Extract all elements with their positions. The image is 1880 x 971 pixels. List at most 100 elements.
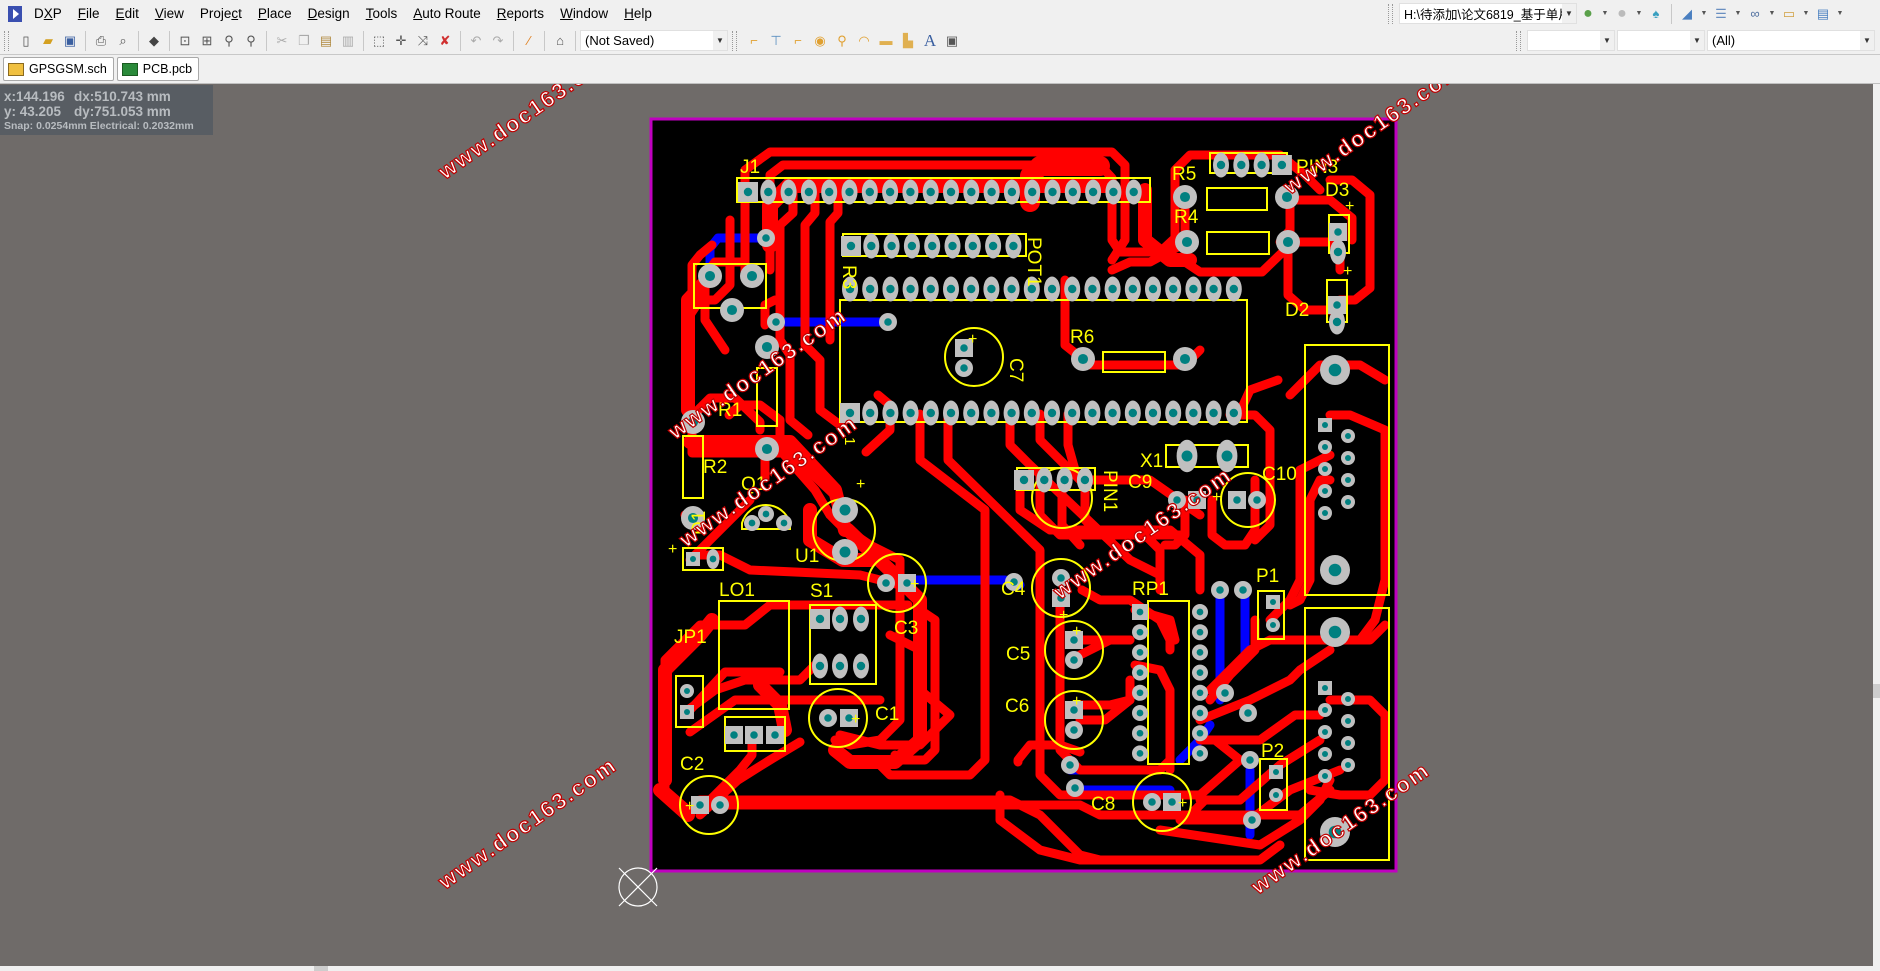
project-path-combo[interactable]: H:\待添加\论文6819_基于单片机的 ▼	[1399, 3, 1577, 24]
place-polygon-icon[interactable]: ▙	[899, 32, 917, 50]
select-area-icon[interactable]: ⬚	[370, 32, 388, 50]
pad-hole	[1328, 625, 1342, 639]
differential-pair-icon[interactable]: ⌐	[789, 32, 807, 50]
open-folder-icon[interactable]: ▰	[39, 32, 57, 50]
place-component-icon[interactable]: ▣	[943, 32, 961, 50]
cross-probe-icon[interactable]: ⁄	[520, 32, 538, 50]
back-icon[interactable]: ●	[1579, 5, 1597, 23]
chevron-down-icon[interactable]: ▼	[713, 31, 727, 50]
browse-components-icon[interactable]: ⌂	[551, 32, 569, 50]
pcb-board-view[interactable]: J1 R5R4PIN3D3D2POT1R3R6C7R1R2Q1D1U11LO1 S1…	[0, 84, 1872, 966]
menu-place[interactable]: Place	[250, 6, 300, 21]
toolbar-grip[interactable]	[732, 30, 737, 51]
menu-help[interactable]: Help	[616, 6, 660, 21]
print-preview-icon[interactable]: ⌕	[114, 32, 132, 50]
chevron-down-icon[interactable]: ▼	[1690, 31, 1704, 50]
chevron-down-icon[interactable]: ▼	[1600, 31, 1614, 50]
pad-hole	[1070, 726, 1078, 734]
place-string-icon[interactable]: A	[921, 31, 939, 50]
menu-file[interactable]: File	[70, 6, 108, 21]
3d-view-icon[interactable]: ◆	[145, 32, 163, 50]
menu-window[interactable]: Window	[552, 6, 616, 21]
polarity-plus-mark: +	[1059, 607, 1068, 624]
menu-design[interactable]: Design	[300, 6, 358, 21]
pad-hole	[804, 187, 814, 197]
zoom-area-icon[interactable]: ⊞	[198, 32, 216, 50]
tab-pcb-pcb[interactable]: PCB.pcb	[116, 57, 200, 81]
variant-combo[interactable]: (Not Saved) ▼	[580, 30, 728, 51]
new-file-icon[interactable]: ▯	[17, 32, 35, 50]
place-fill-icon[interactable]: ▬	[877, 32, 895, 50]
dropdown-arrow-icon[interactable]: ▼	[1700, 5, 1708, 23]
undo-icon[interactable]: ↶	[467, 32, 485, 50]
home-icon[interactable]: ♠	[1647, 5, 1665, 23]
menu-project[interactable]: Project	[192, 6, 250, 21]
dropdown-arrow-icon[interactable]: ▼	[1802, 5, 1810, 23]
designator-jp1: JP1	[674, 627, 707, 648]
route-multiple-icon[interactable]: ⊤	[767, 32, 785, 50]
copy-icon[interactable]: ❐	[295, 32, 313, 50]
print-icon[interactable]: ⎙	[92, 32, 110, 50]
scroll-thumb[interactable]	[1873, 684, 1880, 698]
horizontal-scrollbar[interactable]	[0, 966, 1880, 971]
dropdown-arrow-icon[interactable]: ▼	[1836, 5, 1844, 23]
pad-hole	[1196, 669, 1204, 676]
filter-combo-1[interactable]: ▼	[1527, 30, 1615, 51]
pad-hole	[780, 519, 788, 527]
toolbar-grip[interactable]	[1388, 3, 1393, 24]
rubber-stamp-icon[interactable]: ▥	[339, 32, 357, 50]
zoom-selected-icon[interactable]: ⚲	[220, 32, 238, 50]
dxp-logo-icon[interactable]	[8, 5, 22, 22]
grid-icon[interactable]: ▤	[1814, 5, 1832, 23]
pad-hole	[1196, 750, 1204, 757]
place-pad-icon[interactable]: ◉	[811, 32, 829, 50]
ruler-icon[interactable]: ▭	[1780, 5, 1798, 23]
place-via-icon[interactable]: ⚲	[833, 32, 851, 50]
forward-icon[interactable]: ●	[1613, 5, 1631, 23]
chevron-down-icon[interactable]: ▼	[1562, 4, 1576, 23]
deselect-icon[interactable]: ⤨	[414, 32, 432, 50]
zoom-filtered-icon[interactable]: ⚲	[242, 32, 260, 50]
measure-icon[interactable]: ◢	[1678, 5, 1696, 23]
dropdown-arrow-icon[interactable]: ▼	[1734, 5, 1742, 23]
find-icon[interactable]: ∞	[1746, 5, 1764, 23]
chevron-down-icon[interactable]: ▼	[1860, 31, 1874, 50]
tab-gpsgsm-sch[interactable]: GPSGSM.sch	[3, 57, 114, 81]
move-icon[interactable]: ✛	[392, 32, 410, 50]
toolbar-grip[interactable]	[4, 30, 9, 51]
filter-combo-2[interactable]: ▼	[1617, 30, 1705, 51]
pad-hole	[960, 364, 968, 372]
paste-icon[interactable]: ▤	[317, 32, 335, 50]
zoom-fit-icon[interactable]: ⊡	[176, 32, 194, 50]
save-icon[interactable]: ▣	[61, 32, 79, 50]
toolbar-grip[interactable]	[1516, 30, 1521, 51]
menu-edit[interactable]: Edit	[108, 6, 147, 21]
align-icon[interactable]: ☰	[1712, 5, 1730, 23]
pad-hole	[1181, 450, 1193, 462]
pcb-workspace[interactable]: J1 R5 R4 PIN3 D3 D2 POT1 R3 R6 C7 R1 R2 Q1 D1 U1 1 LO1 S1…	[0, 84, 1872, 966]
dropdown-arrow-icon[interactable]: ▼	[1635, 5, 1643, 23]
interactive-routing-icon[interactable]: ⌐	[745, 32, 763, 50]
pad-hole	[886, 284, 895, 294]
pad-hole	[684, 709, 690, 715]
dropdown-arrow-icon[interactable]: ▼	[1768, 5, 1776, 23]
scroll-thumb[interactable]	[314, 966, 328, 971]
menu-auto-route[interactable]: Auto Route	[405, 6, 489, 21]
menu-view[interactable]: View	[147, 6, 192, 21]
toolbar-separator	[513, 30, 514, 51]
cut-icon[interactable]: ✂	[273, 32, 291, 50]
pad-hole	[1136, 649, 1144, 656]
pad-hole	[946, 187, 956, 197]
menu-tools[interactable]: Tools	[358, 6, 406, 21]
menu-reports[interactable]: Reports	[489, 6, 552, 21]
filter-combo-3[interactable]: (All) ▼	[1707, 30, 1875, 51]
place-arc-icon[interactable]: ◠	[855, 32, 873, 50]
pad-hole	[1148, 408, 1158, 418]
dropdown-arrow-icon[interactable]: ▼	[1601, 5, 1609, 23]
clear-filter-icon[interactable]: ✘	[436, 32, 454, 50]
designator-rp1: RP1	[1132, 579, 1169, 600]
pad-hole	[1328, 563, 1342, 577]
vertical-scrollbar[interactable]	[1873, 84, 1880, 966]
redo-icon[interactable]: ↷	[489, 32, 507, 50]
menu-dxp[interactable]: DXP	[26, 6, 70, 21]
